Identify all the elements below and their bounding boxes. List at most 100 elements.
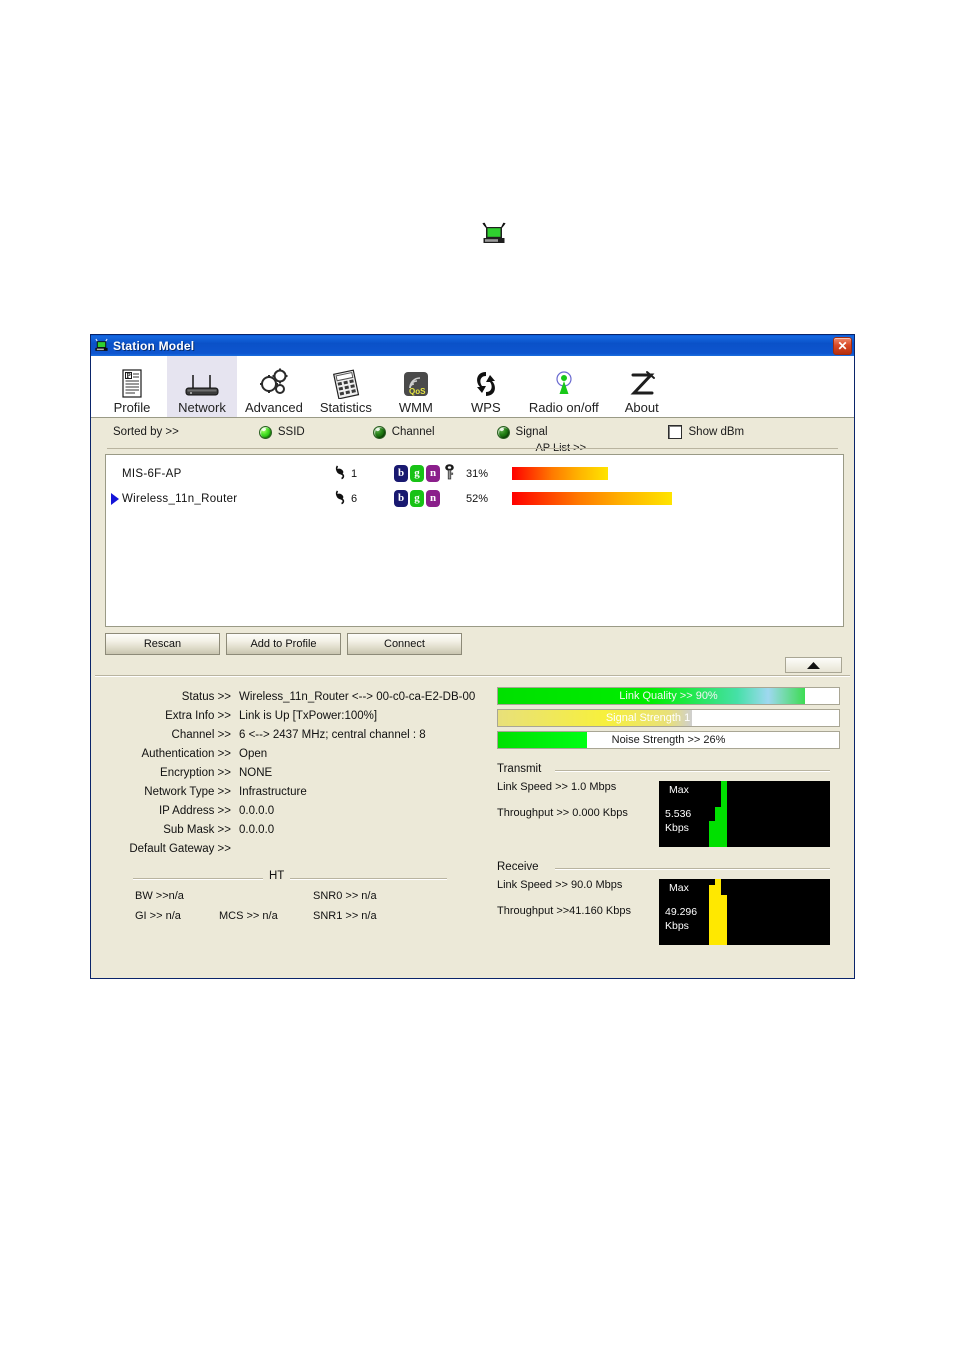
detail-sub-mask: Sub Mask >> 0.0.0.0 [105, 820, 491, 839]
tab-profile-label: Profile [113, 400, 151, 415]
ap-channel: 6 [334, 489, 394, 508]
signal-strength-meter: Signal Strength 1 >> 57% [497, 709, 840, 727]
tab-advanced[interactable]: Advanced [237, 355, 311, 417]
receive-rule [555, 868, 830, 870]
detail-key: IP Address >> [158, 804, 231, 817]
gears-icon [256, 365, 292, 399]
collapse-panel-button[interactable] [785, 657, 842, 673]
tab-profile[interactable]: P Profile [97, 355, 167, 417]
receive-info: Link Speed >> 90.0 Mbps Throughput >>41.… [497, 879, 659, 945]
collapse-area [91, 657, 854, 673]
show-dbm-label: Show dBm [688, 426, 745, 438]
detail-value: Link is Up [TxPower:100%] [239, 709, 378, 722]
transmit-bars [709, 781, 735, 847]
rescan-button[interactable]: Rescan [105, 633, 220, 655]
receive-graph: Max 49.296 Kbps [659, 879, 830, 945]
status-left-column: Status >> Wireless_11n_Router <--> 00-c0… [91, 687, 491, 945]
table-row[interactable]: Wireless_11n_Router 6 b g n 52% [106, 486, 843, 511]
badge-n: n [426, 465, 440, 482]
sort-option-signal-label: Signal [515, 426, 548, 438]
close-icon: ✕ [837, 339, 848, 353]
main-toolbar: P Profile Network Advanced Statistics Qo… [91, 355, 854, 418]
sort-option-channel[interactable]: Channel [372, 425, 435, 439]
ap-list-divider [107, 448, 838, 449]
radio-ssid-icon [258, 425, 272, 439]
ht-title: HT [263, 870, 291, 882]
badge-b: b [394, 465, 408, 482]
transmit-body: Link Speed >> 1.0 Mbps Throughput >> 0.0… [497, 781, 840, 847]
profile-document-icon: P [119, 365, 145, 399]
ht-section-header: HT [105, 870, 491, 886]
ap-signal-bar [512, 492, 699, 505]
badge-g: g [410, 465, 424, 482]
ap-list[interactable]: MIS-6F-AP 1 b g n 31% Wireless_11n_Route… [105, 454, 844, 627]
detail-key: Channel >> [171, 728, 231, 741]
ht-mcs: MCS >> n/a [219, 910, 278, 922]
detail-encryption: Encryption >> NONE [105, 763, 491, 782]
checkbox-icon [667, 425, 682, 439]
detail-key: Sub Mask >> [163, 823, 231, 836]
titlebar-station-icon [94, 338, 109, 353]
ht-snr1: SNR1 >> n/a [313, 910, 377, 922]
detail-channel: Channel >> 6 <--> 2437 MHz; central chan… [105, 725, 491, 744]
tab-wmm[interactable]: QoS WMM [381, 355, 451, 417]
svg-text:P: P [127, 372, 132, 380]
transmit-throughput: Throughput >> 0.000 Kbps [497, 807, 628, 819]
calculator-icon [330, 365, 362, 399]
close-button[interactable]: ✕ [833, 337, 852, 355]
detail-value: NONE [239, 766, 273, 779]
tab-radio-on-off[interactable]: Radio on/off [521, 355, 607, 417]
table-row[interactable]: MIS-6F-AP 1 b g n 31% [106, 461, 843, 486]
ht-row-1: BW >>n/a SNR0 >> n/a [135, 890, 491, 902]
tab-wmm-label: WMM [398, 400, 433, 415]
ap-signal-pct: 31% [466, 467, 489, 480]
noise-strength-label: Noise Strength >> 26% [611, 734, 726, 746]
detail-value: Infrastructure [239, 785, 307, 798]
tab-wps[interactable]: WPS [451, 355, 521, 417]
tab-statistics[interactable]: Statistics [311, 355, 381, 417]
radio-signal-icon [496, 425, 510, 439]
sort-option-signal[interactable]: Signal [496, 425, 548, 439]
receive-body: Link Speed >> 90.0 Mbps Throughput >>41.… [497, 879, 840, 945]
sort-option-ssid[interactable]: SSID [258, 425, 305, 439]
radio-channel-icon [372, 425, 386, 439]
transmit-graph: Max 5.536 Kbps [659, 781, 830, 847]
tab-about-label: About [624, 400, 659, 415]
channel-antenna-icon [334, 464, 349, 483]
add-to-profile-button[interactable]: Add to Profile [226, 633, 341, 655]
channel-antenna-icon [334, 489, 349, 508]
sorted-by-label: Sorted by >> [113, 426, 179, 438]
ap-signal-pct: 52% [466, 492, 489, 505]
transmit-rule [555, 770, 830, 772]
detail-network-type: Network Type >> Infrastructure [105, 782, 491, 801]
ap-signal-bar [512, 467, 699, 480]
ap-standards: b g n [394, 490, 466, 507]
transmit-title: Transmit [497, 763, 548, 775]
about-z-icon [627, 365, 657, 399]
receive-throughput: Throughput >>41.160 Kbps [497, 905, 631, 917]
status-right-column: Link Quality >> 90% Signal Strength 1 >>… [491, 687, 854, 945]
action-buttons: Rescan Add to Profile Connect [91, 627, 854, 655]
tab-about[interactable]: About [607, 355, 677, 417]
status-details: Status >> Wireless_11n_Router <--> 00-c0… [91, 677, 854, 945]
tab-statistics-label: Statistics [319, 400, 372, 415]
wps-arrows-icon [472, 365, 500, 399]
window-titlebar: Station Model ✕ [91, 335, 854, 356]
detail-value: Open [239, 747, 268, 760]
ap-ssid: MIS-6F-AP [122, 467, 182, 480]
tab-network[interactable]: Network [167, 355, 237, 417]
detail-value: 0.0.0.0 [239, 804, 275, 817]
receive-bars [709, 879, 735, 945]
play-arrow-icon [106, 492, 122, 505]
sort-option-ssid-label: SSID [277, 426, 305, 438]
connect-button[interactable]: Connect [347, 633, 462, 655]
receive-link-speed: Link Speed >> 90.0 Mbps [497, 879, 623, 891]
detail-status: Status >> Wireless_11n_Router <--> 00-c0… [105, 687, 491, 706]
detail-value: 6 <--> 2437 MHz; central channel : 8 [239, 728, 426, 741]
receive-title: Receive [497, 861, 545, 873]
detail-key: Network Type >> [144, 785, 231, 798]
detail-key: Status >> [181, 690, 231, 703]
detail-default-gateway: Default Gateway >> [105, 839, 491, 858]
ht-gi: GI >> n/a [135, 910, 181, 922]
show-dbm-checkbox[interactable]: Show dBm [667, 425, 745, 439]
